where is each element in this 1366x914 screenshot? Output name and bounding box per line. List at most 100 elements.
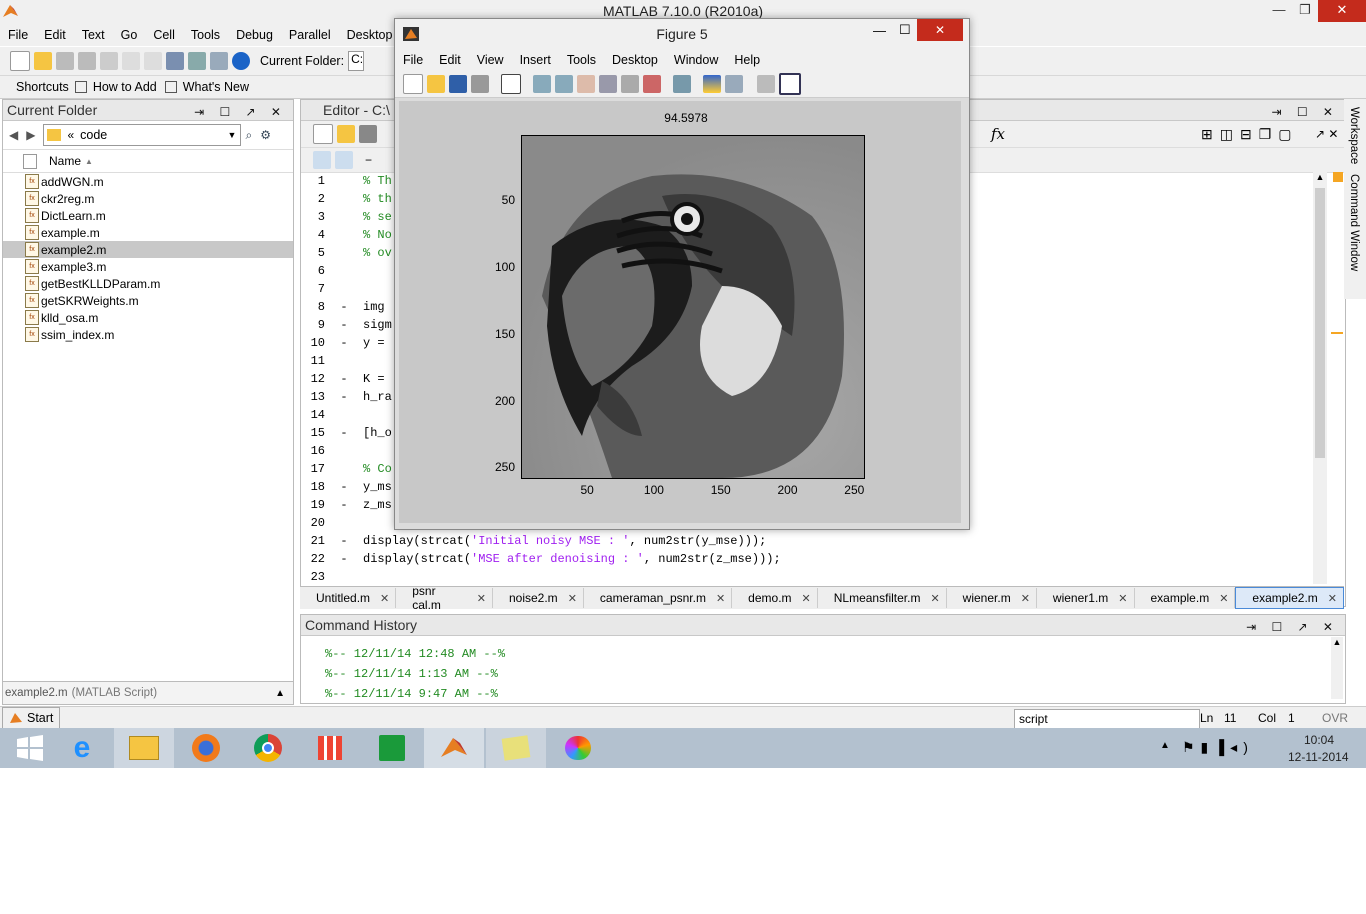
chevron-down-icon[interactable]: ▼ xyxy=(228,130,237,140)
link-plot-icon[interactable] xyxy=(673,75,691,93)
name-column-header[interactable]: Name xyxy=(49,154,81,168)
close-tab-icon[interactable]: ✕ xyxy=(568,592,577,605)
guide-icon[interactable] xyxy=(188,52,206,70)
menu-parallel[interactable]: Parallel xyxy=(289,28,331,42)
file-item[interactable]: fx addWGN.m xyxy=(3,173,293,190)
breakpoint-gutter[interactable] xyxy=(325,172,363,190)
minimize-button[interactable]: — xyxy=(873,23,886,38)
panel-controls[interactable]: ⇥ ☐ ✕ xyxy=(1271,102,1339,122)
figure-menu-file[interactable]: File xyxy=(403,53,423,67)
internet-explorer-icon[interactable]: e xyxy=(52,728,112,768)
code-line[interactable]: 23 xyxy=(305,568,1311,584)
open-folder-icon[interactable] xyxy=(337,125,355,143)
undock-icon[interactable]: ↗ ✕ xyxy=(1315,127,1338,141)
whats-new-link[interactable]: What's New xyxy=(183,80,249,94)
file-item[interactable]: fx example2.m xyxy=(3,241,293,258)
sticky-notes-icon[interactable] xyxy=(486,728,546,768)
menu-tools[interactable]: Tools xyxy=(191,28,220,42)
cut-icon[interactable] xyxy=(56,52,74,70)
close-tab-icon[interactable]: ✕ xyxy=(930,592,939,605)
editor-scrollbar[interactable]: ▲ xyxy=(1313,172,1327,584)
breakpoint-gutter[interactable] xyxy=(325,244,363,262)
chevron-up-icon[interactable]: ▲ xyxy=(275,688,285,699)
close-tab-icon[interactable]: ✕ xyxy=(1328,592,1337,605)
workspace-tab[interactable]: Workspace xyxy=(1348,107,1360,164)
figure-menu-help[interactable]: Help xyxy=(734,53,760,67)
close-tab-icon[interactable]: ✕ xyxy=(477,592,486,605)
breakpoint-gutter[interactable] xyxy=(325,190,363,208)
file-item[interactable]: fx klld_osa.m xyxy=(3,309,293,326)
menu-edit[interactable]: Edit xyxy=(44,28,66,42)
brush-icon[interactable] xyxy=(643,75,661,93)
close-button[interactable]: ✕ xyxy=(1318,0,1366,22)
zoom-out-icon[interactable] xyxy=(555,75,573,93)
panel-controls[interactable]: ⇥ ☐ ↗ ✕ xyxy=(194,102,287,122)
breakpoint-gutter[interactable]: - xyxy=(325,388,363,406)
breakpoint-gutter[interactable] xyxy=(325,226,363,244)
save-icon[interactable] xyxy=(449,75,467,93)
menu-text[interactable]: Text xyxy=(82,28,105,42)
file-item[interactable]: fx ckr2reg.m xyxy=(3,190,293,207)
hide-plot-tools-icon[interactable] xyxy=(757,75,775,93)
breakpoint-gutter[interactable]: - xyxy=(325,334,363,352)
figure-menu-view[interactable]: View xyxy=(477,53,504,67)
clock-time[interactable]: 10:04 xyxy=(1304,733,1334,747)
history-entry[interactable]: %-- 12/11/14 12:48 AM --% xyxy=(301,644,1345,664)
new-file-icon[interactable] xyxy=(10,51,30,71)
breakpoint-gutter[interactable]: - xyxy=(325,478,363,496)
breakpoint-gutter[interactable]: - xyxy=(325,550,363,568)
breakpoint-gutter[interactable] xyxy=(325,514,363,532)
close-tab-icon[interactable]: ✕ xyxy=(1219,592,1228,605)
file-item[interactable]: fx DictLearn.m xyxy=(3,207,293,224)
legend-icon[interactable] xyxy=(725,75,743,93)
breakpoint-gutter[interactable] xyxy=(325,568,363,584)
menu-file[interactable]: File xyxy=(8,28,28,42)
scroll-up-icon[interactable]: ▲ xyxy=(1313,172,1327,186)
editor-tab[interactable]: wiener.m ✕ xyxy=(947,588,1037,608)
print-icon[interactable] xyxy=(471,75,489,93)
gear-icon[interactable]: ⚙ xyxy=(260,128,271,142)
paint-icon[interactable] xyxy=(548,728,608,768)
history-scrollbar[interactable]: ▲ xyxy=(1331,637,1343,699)
data-cursor-icon[interactable] xyxy=(621,75,639,93)
breakpoint-gutter[interactable]: - xyxy=(325,424,363,442)
breakpoint-gutter[interactable] xyxy=(325,460,363,478)
paste-icon[interactable] xyxy=(100,52,118,70)
clock-date[interactable]: 12-11-2014 xyxy=(1288,750,1349,764)
figure-menu-edit[interactable]: Edit xyxy=(439,53,461,67)
image-axes[interactable] xyxy=(521,135,865,479)
breakpoint-gutter[interactable]: - xyxy=(325,532,363,550)
breakpoint-gutter[interactable] xyxy=(325,208,363,226)
menu-cell[interactable]: Cell xyxy=(153,28,175,42)
figure-menu-insert[interactable]: Insert xyxy=(520,53,551,67)
redo-icon[interactable] xyxy=(144,52,162,70)
file-explorer-icon[interactable] xyxy=(114,728,174,768)
close-tab-icon[interactable]: ✕ xyxy=(716,592,725,605)
breakpoint-gutter[interactable] xyxy=(325,262,363,280)
breakpoint-gutter[interactable]: - xyxy=(325,370,363,388)
figure-menu-tools[interactable]: Tools xyxy=(567,53,596,67)
menu-debug[interactable]: Debug xyxy=(236,28,273,42)
editor-tab[interactable]: demo.m ✕ xyxy=(732,588,818,608)
start-button[interactable]: Start xyxy=(2,707,61,729)
editor-tab[interactable]: example.m ✕ xyxy=(1135,588,1236,608)
close-tab-icon[interactable]: ✕ xyxy=(1021,592,1030,605)
command-window-tab[interactable]: Command Window xyxy=(1348,174,1360,271)
edit-plot-icon[interactable] xyxy=(501,74,521,94)
breakpoint-gutter[interactable]: - xyxy=(325,316,363,334)
code-line[interactable]: 21- display(strcat('Initial noisy MSE : '… xyxy=(305,532,1311,550)
history-entry[interactable]: %-- 12/11/14 1:13 AM --% xyxy=(301,664,1345,684)
simulink-icon[interactable] xyxy=(166,52,184,70)
editor-tab[interactable]: wiener1.m ✕ xyxy=(1037,588,1135,608)
file-item[interactable]: fx ssim_index.m xyxy=(3,326,293,343)
file-item[interactable]: fx example3.m xyxy=(3,258,293,275)
firefox-icon[interactable] xyxy=(176,728,236,768)
minus-icon[interactable]: − xyxy=(365,153,372,167)
rotate-3d-icon[interactable] xyxy=(599,75,617,93)
folder-path-field[interactable]: « code ▼ xyxy=(43,124,242,146)
insert-cell-icon[interactable] xyxy=(313,151,331,169)
undo-icon[interactable] xyxy=(122,52,140,70)
file-item[interactable]: fx getBestKLLDParam.m xyxy=(3,275,293,292)
file-item[interactable]: fx getSKRWeights.m xyxy=(3,292,293,309)
back-arrow-icon[interactable]: ◀ xyxy=(9,128,18,142)
